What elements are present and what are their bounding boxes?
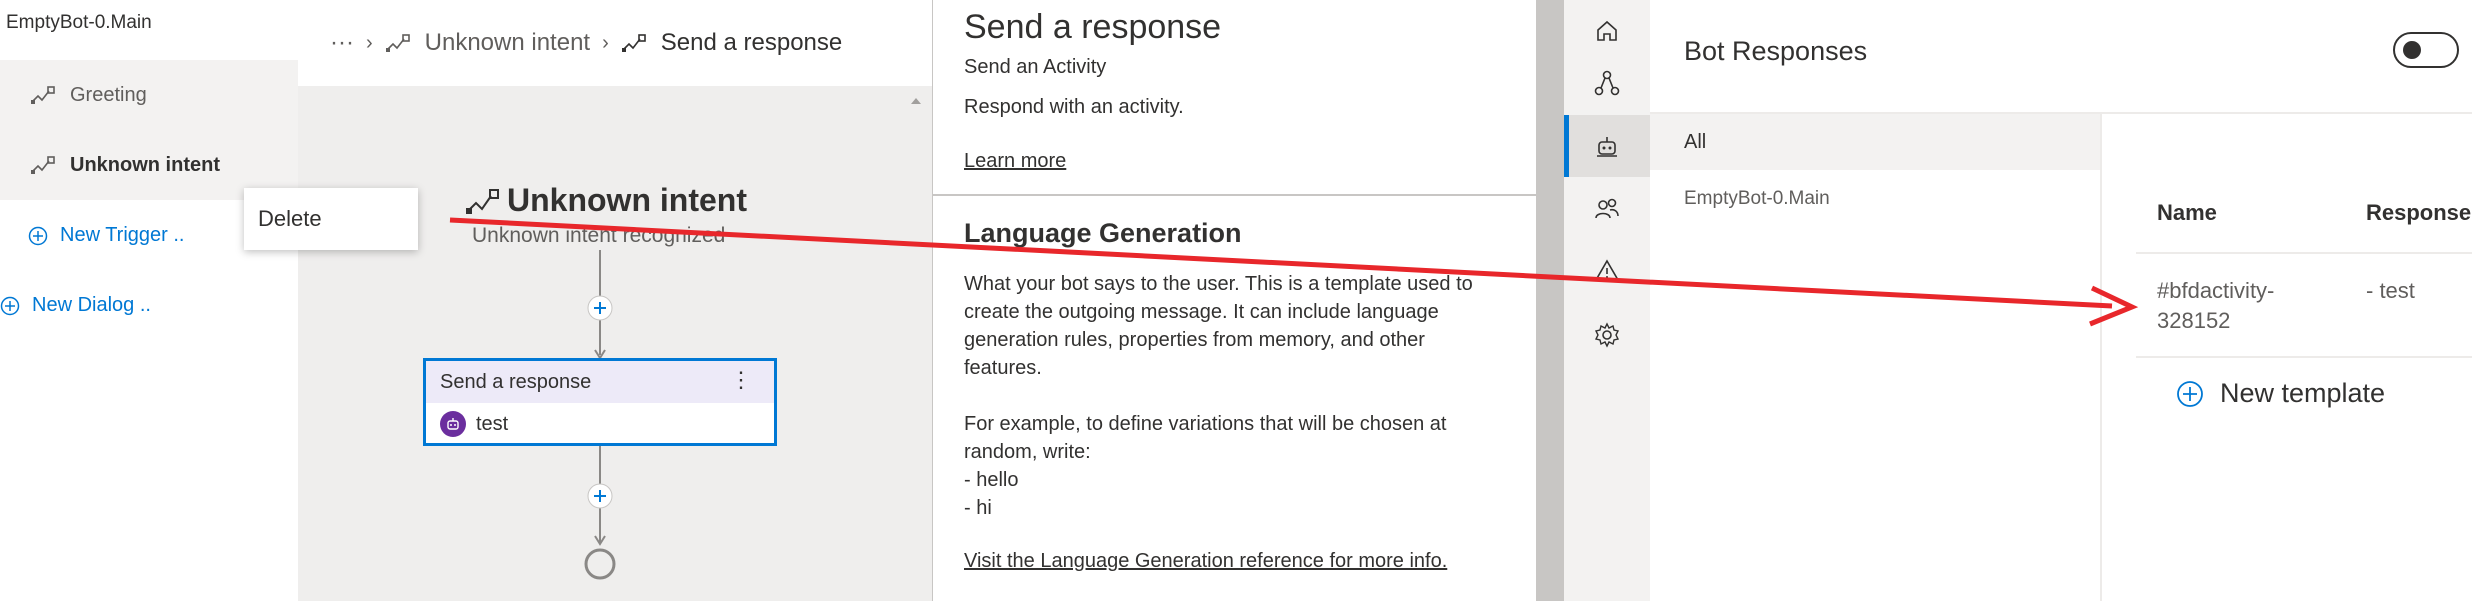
action-icon [621, 33, 647, 53]
warning-icon[interactable] [1564, 240, 1650, 302]
action-value: test [476, 412, 509, 435]
settings-gear-icon[interactable] [1564, 304, 1650, 366]
chevron-right-icon: › [365, 31, 373, 54]
action-card-title: Send a response [440, 370, 592, 393]
properties-subtitle: Send an Activity [964, 56, 1107, 78]
breadcrumb: ··· › Unknown intent › Send a response [298, 0, 932, 86]
properties-description: Respond with an activity. [964, 96, 1184, 118]
new-dialog-link[interactable]: New Dialog .. [0, 294, 151, 317]
trigger-icon [465, 187, 501, 215]
chevron-right-icon: › [602, 31, 609, 54]
bot-responses-icon[interactable] [1564, 115, 1650, 177]
trigger-label: Unknown intent [70, 153, 220, 176]
column-header-responses[interactable]: Response [2366, 200, 2471, 226]
column-header-name[interactable]: Name [2157, 200, 2217, 226]
panel-splitter[interactable] [1536, 0, 1564, 601]
design-flow-icon[interactable] [1564, 52, 1650, 114]
bot-responses-title: Bot Responses [1684, 36, 1868, 66]
learn-more-link[interactable]: Learn more [964, 150, 1066, 173]
trigger-icon [30, 85, 56, 105]
action-card-header: Send a response [426, 361, 774, 403]
add-icon [28, 226, 48, 246]
context-menu: Delete [244, 188, 418, 250]
add-step-button[interactable] [586, 294, 614, 322]
action-card-body: test [440, 411, 508, 437]
send-response-action-card[interactable]: Send a response ⋮ test [423, 358, 777, 446]
dialog-list-item-main[interactable]: EmptyBot-0.Main [1684, 188, 1830, 210]
new-trigger-link[interactable]: New Trigger .. [28, 224, 184, 247]
breadcrumb-item-send-response[interactable]: Send a response [661, 29, 842, 57]
breadcrumb-more[interactable]: ··· [330, 29, 354, 57]
row-divider [2136, 356, 2472, 358]
dialog-list-item-all[interactable]: All [1650, 114, 2100, 170]
trigger-icon [385, 33, 411, 53]
new-dialog-label: New Dialog .. [32, 294, 151, 316]
trigger-node-subtitle: Unknown intent recognized [472, 224, 726, 247]
language-generation-description: What your bot says to the user. This is … [964, 273, 1473, 379]
language-generation-title: Language Generation [964, 218, 1242, 248]
more-options-icon[interactable]: ⋮ [730, 367, 752, 393]
template-name[interactable]: #bfdactivity- 328152 [2157, 276, 2274, 336]
code-editor-toggle[interactable] [2393, 32, 2459, 68]
trigger-node-title[interactable]: Unknown intent [465, 182, 747, 219]
new-template-button[interactable]: New template [2176, 378, 2385, 409]
divider [932, 194, 1536, 196]
app-rail [1564, 0, 1650, 601]
bot-response-icon [440, 411, 466, 437]
new-template-label: New template [2220, 378, 2386, 408]
language-generation-example: For example, to define variations that w… [964, 413, 1447, 519]
dialog-title[interactable]: EmptyBot-0.Main [6, 12, 152, 34]
delete-menu-item[interactable]: Delete [258, 206, 322, 232]
new-trigger-label: New Trigger .. [60, 224, 185, 246]
properties-title: Send a response [964, 8, 1222, 46]
trigger-icon [30, 155, 56, 175]
breadcrumb-item-unknown-intent[interactable]: Unknown intent [425, 29, 590, 57]
lg-reference-link[interactable]: Visit the Language Generation reference … [964, 550, 1447, 573]
add-icon [0, 296, 20, 316]
add-icon [2176, 380, 2204, 408]
add-step-button[interactable] [586, 482, 614, 510]
user-input-icon[interactable] [1564, 178, 1650, 240]
trigger-label: Greeting [70, 83, 147, 106]
trigger-greeting[interactable]: Greeting [0, 60, 298, 130]
toggle-knob [2403, 41, 2421, 59]
template-response[interactable]: - test [2366, 276, 2415, 306]
canvas-scrollbar[interactable] [905, 86, 927, 601]
header-row-divider [2136, 252, 2472, 254]
